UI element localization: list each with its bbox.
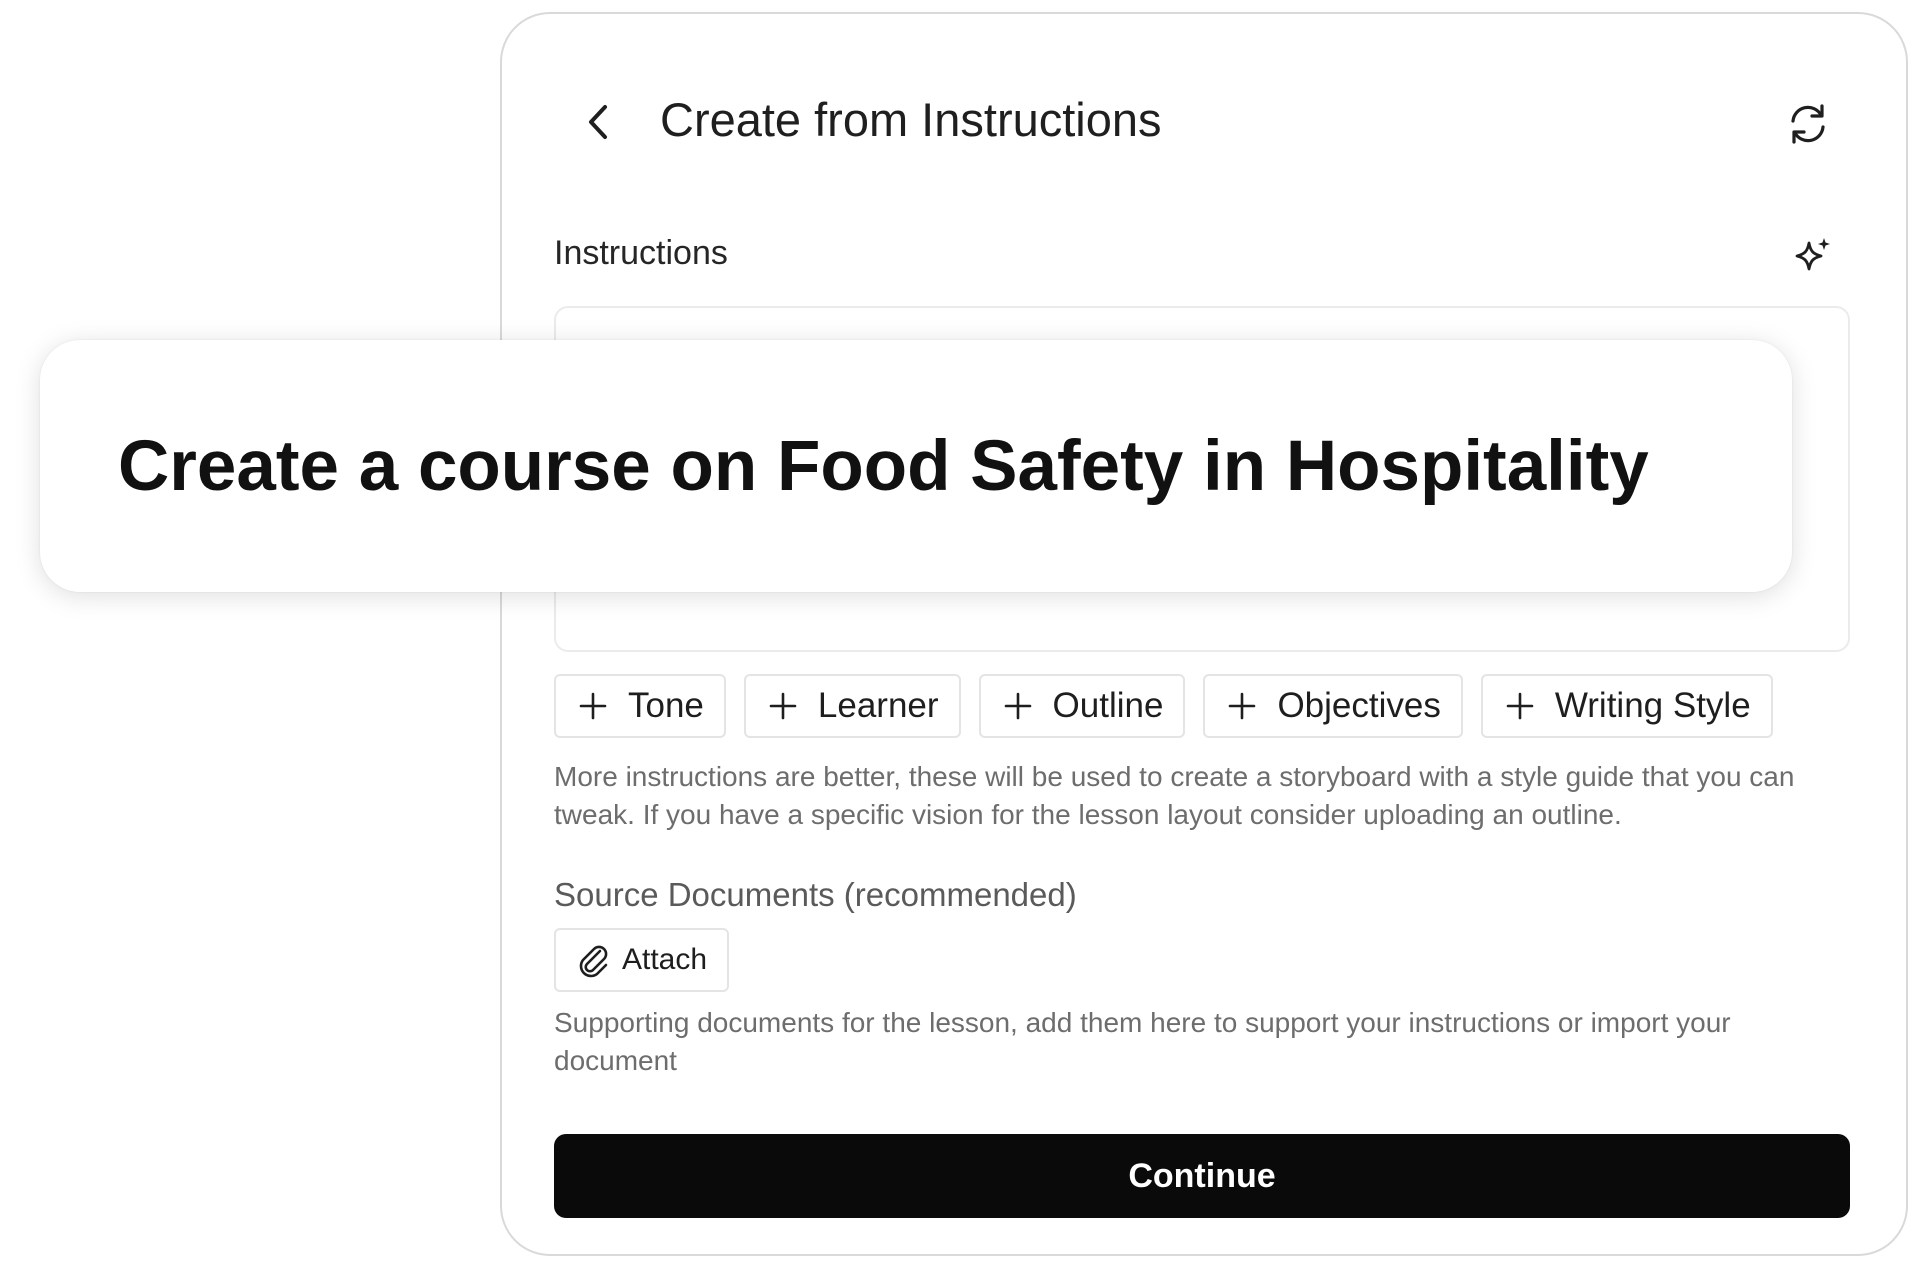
instruction-prompt-text: Create a course on Food Safety in Hospit… xyxy=(118,427,1649,506)
instruction-prompt-card: Create a course on Food Safety in Hospit… xyxy=(40,340,1792,592)
attach-button[interactable]: Attach xyxy=(554,928,730,992)
instructions-label: Instructions xyxy=(554,234,728,272)
ai-enhance-button[interactable] xyxy=(1790,232,1836,278)
instructions-help-text: More instructions are better, these will… xyxy=(554,761,1795,830)
chip-label: Outline xyxy=(1052,686,1164,725)
chevron-left-icon xyxy=(589,105,607,139)
stage: Create from Instructions Instructions To… xyxy=(0,0,1920,1270)
back-button[interactable] xyxy=(574,94,622,150)
attach-label: Attach xyxy=(622,943,708,976)
source-documents-help-text: Supporting documents for the lesson, add… xyxy=(554,1007,1731,1076)
add-learner-chip[interactable]: Learner xyxy=(743,674,961,738)
paperclip-icon xyxy=(579,945,608,978)
add-writing-style-chip[interactable]: Writing Style xyxy=(1480,674,1773,738)
plus-icon xyxy=(1505,691,1535,721)
plus-icon xyxy=(1003,691,1033,721)
create-from-instructions-panel: Create from Instructions Instructions To… xyxy=(500,12,1908,1256)
continue-button[interactable]: Continue xyxy=(554,1134,1850,1218)
chip-label: Writing Style xyxy=(1554,686,1751,725)
add-outline-chip[interactable]: Outline xyxy=(978,674,1186,738)
plus-icon xyxy=(578,691,608,721)
source-documents-label: Source Documents (recommended) xyxy=(554,876,1077,913)
page-title: Create from Instructions xyxy=(660,93,1162,146)
chip-label: Objectives xyxy=(1277,686,1441,725)
add-tone-chip[interactable]: Tone xyxy=(554,674,726,738)
chip-label: Tone xyxy=(628,686,704,725)
sparkle-icon xyxy=(1795,238,1830,271)
panel-header: Create from Instructions xyxy=(502,14,1906,214)
plus-icon xyxy=(1227,691,1257,721)
chip-label: Learner xyxy=(817,686,939,725)
refresh-icon xyxy=(1791,104,1825,144)
instruction-chips: Tone Learner Outline Objectives Writing … xyxy=(554,674,1773,738)
plus-icon xyxy=(768,691,798,721)
add-objectives-chip[interactable]: Objectives xyxy=(1203,674,1463,738)
refresh-button[interactable] xyxy=(1782,98,1834,150)
